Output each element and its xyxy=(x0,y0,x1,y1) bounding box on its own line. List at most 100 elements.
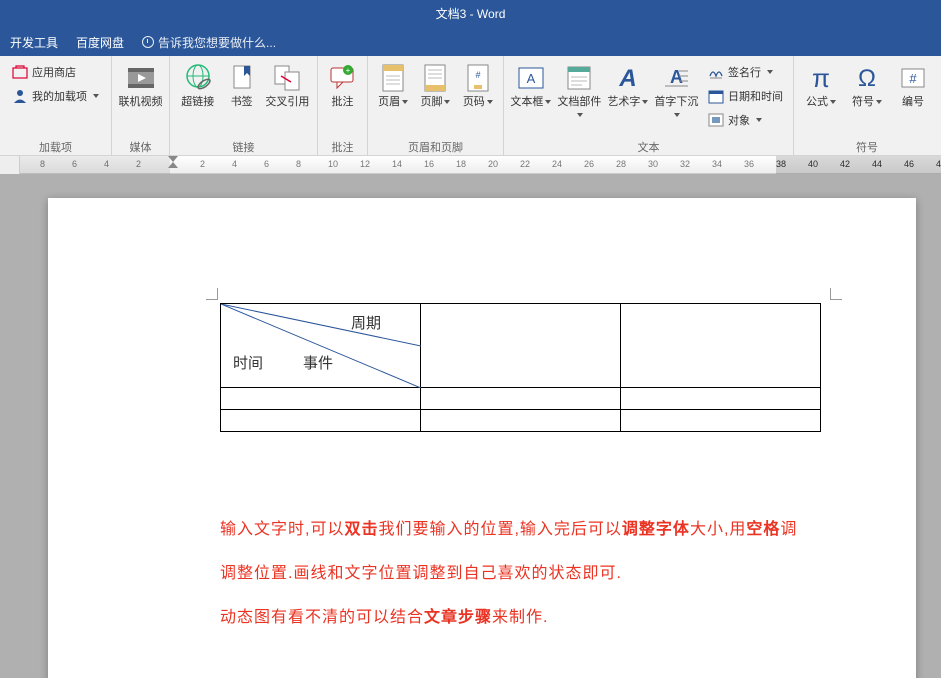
crossref-icon xyxy=(271,62,303,94)
chevron-down-icon xyxy=(830,100,836,104)
wordart-button[interactable]: A 艺术字 xyxy=(607,60,649,139)
ruler-tick: 14 xyxy=(392,159,402,169)
symbol-button[interactable]: Ω 符号 xyxy=(846,60,888,139)
ruler-tick: 20 xyxy=(488,159,498,169)
ruler-tick: 24 xyxy=(552,159,562,169)
svg-text:#: # xyxy=(475,70,480,80)
svg-text:#: # xyxy=(909,71,917,86)
globe-icon xyxy=(182,62,214,94)
chevron-down-icon xyxy=(487,100,493,104)
crossref-button[interactable]: 交叉引用 xyxy=(264,60,311,139)
svg-text:A: A xyxy=(526,71,535,86)
ribbon: 应用商店 我的加载项 加载项 联机视频 媒体 xyxy=(0,56,941,156)
ruler-tick: 16 xyxy=(424,159,434,169)
quickparts-icon xyxy=(563,62,595,94)
number-icon: # xyxy=(897,62,929,94)
number-button[interactable]: # 编号 xyxy=(892,60,934,139)
table-cell[interactable] xyxy=(421,388,621,410)
top-tab-bar: 开发工具 百度网盘 告诉我您想要做什么... xyxy=(0,28,941,56)
header-icon xyxy=(377,62,409,94)
online-video-button[interactable]: 联机视频 xyxy=(118,60,163,139)
textbox-button[interactable]: A 文本框 xyxy=(510,60,552,139)
chevron-down-icon xyxy=(545,100,551,104)
table-header-cell[interactable]: 周期 时间 事件 xyxy=(221,304,421,388)
pagenum-icon: # xyxy=(462,62,494,94)
group-label-addins: 加载项 xyxy=(0,139,111,155)
footer-icon xyxy=(419,62,451,94)
window-title: 文档3 - Word xyxy=(436,7,506,21)
chevron-down-icon xyxy=(642,100,648,104)
margin-corner-icon xyxy=(206,288,218,300)
ruler-tick: 8 xyxy=(296,159,301,169)
ruler-tick: 18 xyxy=(456,159,466,169)
svg-text:Ω: Ω xyxy=(858,65,876,92)
pi-icon: π xyxy=(805,62,837,94)
ruler-tick: 30 xyxy=(648,159,658,169)
header-button[interactable]: 页眉 xyxy=(374,60,412,139)
wordart-icon: A xyxy=(612,62,644,94)
store-button[interactable]: 应用商店 xyxy=(8,62,103,82)
table-cell[interactable] xyxy=(621,304,821,388)
paragraph-2[interactable]: 动态图有看不清的可以结合文章步骤来制作. xyxy=(220,604,548,633)
calendar-icon xyxy=(708,88,724,104)
ruler-tick: 36 xyxy=(744,159,754,169)
ruler-tick: 26 xyxy=(584,159,594,169)
footer-button[interactable]: 页脚 xyxy=(416,60,454,139)
pagenum-button[interactable]: # 页码 xyxy=(459,60,497,139)
paragraph-1b[interactable]: 调整位置.画线和文字位置调整到自己喜欢的状态即可. xyxy=(220,560,622,589)
hanging-indent-marker[interactable] xyxy=(168,156,178,162)
group-label-hf: 页眉和页脚 xyxy=(368,139,503,155)
ruler-tick: 4 xyxy=(232,159,237,169)
first-line-indent-marker[interactable] xyxy=(168,162,178,168)
paragraph-1[interactable]: 输入文字时,可以双击我们要输入的位置,输入完后可以调整字体大小,用空格调 xyxy=(220,516,797,545)
table-cell[interactable] xyxy=(421,410,621,432)
chevron-down-icon xyxy=(756,118,762,122)
group-label-links: 链接 xyxy=(170,139,317,155)
tab-baidu[interactable]: 百度网盘 xyxy=(76,34,124,51)
video-icon xyxy=(125,62,157,94)
table-cell[interactable] xyxy=(221,410,421,432)
document-table[interactable]: 周期 时间 事件 xyxy=(220,303,821,432)
group-label-media: 媒体 xyxy=(112,139,169,155)
group-label-symbols: 符号 xyxy=(794,139,940,155)
horizontal-ruler[interactable]: 8642246810121416182022242628303234363840… xyxy=(20,156,941,174)
title-bar: 文档3 - Word xyxy=(0,0,941,28)
myaddins-button[interactable]: 我的加载项 xyxy=(8,86,103,106)
bookmark-button[interactable]: 书签 xyxy=(224,60,260,139)
ruler-margin-shade xyxy=(776,156,941,174)
ruler-tick: 6 xyxy=(264,159,269,169)
chevron-down-icon xyxy=(876,100,882,104)
margin-corner-icon xyxy=(830,288,842,300)
table-cell[interactable] xyxy=(221,388,421,410)
th-time: 时间 xyxy=(233,352,263,373)
table-cell[interactable] xyxy=(421,304,621,388)
th-period: 周期 xyxy=(351,312,381,333)
equation-button[interactable]: π 公式 xyxy=(800,60,842,139)
datetime-button[interactable]: 日期和时间 xyxy=(704,86,787,106)
ruler-tick: 22 xyxy=(520,159,530,169)
textbox-icon: A xyxy=(515,62,547,94)
tell-me-placeholder: 告诉我您想要做什么... xyxy=(158,34,276,51)
ruler-margin-shade xyxy=(20,156,170,174)
hyperlink-button[interactable]: 超链接 xyxy=(176,60,220,139)
person-icon xyxy=(12,88,28,104)
chevron-down-icon xyxy=(674,113,680,117)
table-cell[interactable] xyxy=(621,410,821,432)
svg-text:A: A xyxy=(670,67,683,87)
sigline-button[interactable]: 签名行 xyxy=(704,62,787,82)
object-button[interactable]: 对象 xyxy=(704,110,787,130)
page[interactable]: 周期 时间 事件 输入文字时,可以双击我们要输入的位置,输入完后可以调整字体大小… xyxy=(48,198,916,678)
tab-devtools[interactable]: 开发工具 xyxy=(10,34,58,51)
quickparts-button[interactable]: 文档部件 xyxy=(556,60,603,139)
comment-button[interactable]: + 批注 xyxy=(324,60,361,139)
signature-icon xyxy=(708,64,724,80)
svg-text:+: + xyxy=(345,66,350,75)
tell-me-search[interactable]: 告诉我您想要做什么... xyxy=(142,34,276,51)
th-event: 事件 xyxy=(303,352,333,373)
svg-text:A: A xyxy=(618,65,636,92)
ruler[interactable]: 8642246810121416182022242628303234363840… xyxy=(0,156,941,174)
bookmark-icon xyxy=(226,62,258,94)
table-cell[interactable] xyxy=(621,388,821,410)
object-icon xyxy=(708,112,724,128)
dropcap-button[interactable]: A 首字下沉 xyxy=(653,60,700,139)
